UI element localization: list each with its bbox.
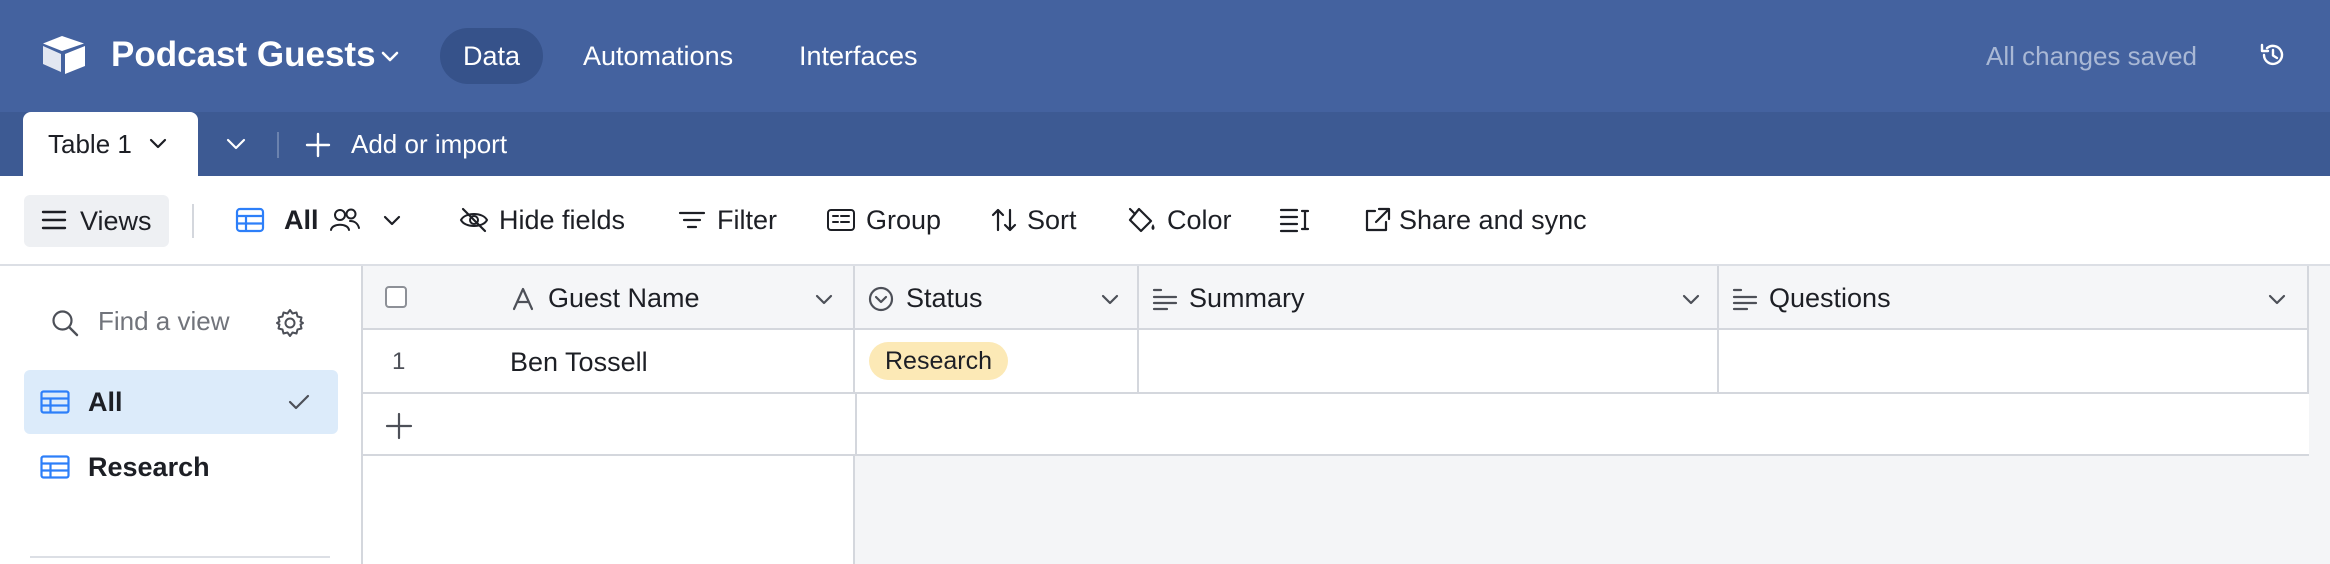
divider [192, 204, 194, 238]
table-tab-bar: Table 1 Add or import [0, 112, 2330, 176]
share-and-sync-label: Share and sync [1399, 205, 1587, 235]
find-view-input[interactable]: Find a view [98, 301, 230, 341]
top-app-bar: Podcast Guests Data Automations Interfac… [0, 0, 2330, 112]
sort-icon [991, 208, 1017, 232]
add-or-import-label: Add or import [351, 129, 508, 159]
views-label: Views [80, 206, 152, 236]
grid-view-icon [40, 390, 70, 414]
filter-icon [678, 211, 706, 229]
column-header-guest-name[interactable]: Guest Name [363, 266, 855, 330]
gear-icon[interactable] [274, 307, 306, 339]
external-link-icon [1365, 207, 1391, 232]
collaborators-icon [330, 208, 360, 231]
chevron-down-icon[interactable] [1099, 288, 1121, 310]
menu-icon [41, 210, 67, 230]
filter-button[interactable]: Filter [677, 198, 782, 242]
long-text-icon [1152, 288, 1178, 311]
cell-summary[interactable] [1139, 330, 1719, 392]
cell-guest-name[interactable]: 1 Ben Tossell [363, 330, 855, 392]
divider [30, 556, 330, 558]
save-status: All changes saved [1986, 41, 2198, 71]
paint-bucket-icon [1128, 207, 1155, 233]
eye-off-icon [459, 207, 489, 233]
cell-status[interactable]: Research [855, 330, 1139, 392]
views-sidebar: Find a view All Research [0, 266, 363, 564]
current-view-switcher[interactable]: All [235, 198, 415, 242]
grid-header-row: Guest Name Status Summary Questions [363, 266, 2309, 330]
column-header-status[interactable]: Status [855, 266, 1139, 330]
column-header-label: Guest Name [548, 283, 700, 313]
sort-label: Sort [1027, 205, 1077, 235]
sidebar-item-label: Research [88, 452, 210, 482]
nav-tab-automations[interactable]: Automations [583, 28, 733, 84]
column-divider [855, 394, 857, 456]
hide-fields-button[interactable]: Hide fields [459, 198, 634, 242]
chevron-down-icon[interactable] [1680, 288, 1702, 310]
status-badge: Research [869, 342, 1008, 380]
plus-icon [305, 132, 331, 158]
single-select-icon [868, 286, 894, 312]
search-icon [52, 310, 79, 337]
group-label: Group [866, 205, 942, 235]
chevron-down-icon[interactable] [2266, 288, 2288, 310]
plus-icon [385, 412, 413, 440]
table-tab[interactable]: Table 1 [23, 112, 198, 176]
guest-name-value: Ben Tossell [510, 347, 648, 377]
color-label: Color [1167, 205, 1232, 235]
views-button[interactable]: Views [24, 195, 169, 247]
grid-view-icon [235, 207, 265, 233]
nav-tab-interfaces[interactable]: Interfaces [799, 28, 918, 84]
group-button[interactable]: Group [826, 198, 941, 242]
filter-label: Filter [717, 205, 777, 235]
hide-fields-label: Hide fields [499, 205, 626, 235]
chevron-down-icon[interactable] [147, 132, 169, 154]
add-record-row[interactable] [363, 394, 2309, 456]
sidebar-item-all[interactable]: All [24, 370, 338, 434]
row-number: 1 [392, 348, 406, 375]
text-field-icon [512, 287, 534, 311]
color-button[interactable]: Color [1127, 198, 1237, 242]
airtable-logo-icon[interactable] [40, 34, 88, 76]
column-header-questions[interactable]: Questions [1719, 266, 2309, 330]
check-icon [288, 394, 310, 410]
history-icon[interactable] [2258, 40, 2288, 70]
table-row[interactable]: 1 Ben Tossell Research [363, 330, 2309, 394]
group-icon [827, 209, 855, 231]
chevron-down-icon [383, 215, 401, 226]
all-tables-chevron-icon[interactable] [222, 132, 250, 156]
base-name[interactable]: Podcast Guests [111, 33, 376, 77]
sort-button[interactable]: Sort [989, 198, 1084, 242]
nav-tab-data[interactable]: Data [440, 28, 544, 84]
table-tab-label: Table 1 [48, 129, 132, 159]
sidebar-item-research[interactable]: Research [24, 435, 338, 499]
column-header-summary[interactable]: Summary [1139, 266, 1719, 330]
data-grid: Guest Name Status Summary Questions 1 Be… [363, 266, 2330, 564]
column-header-label: Status [906, 283, 983, 313]
chevron-down-icon[interactable] [813, 288, 835, 310]
grid-empty-area [363, 456, 855, 564]
cell-questions[interactable] [1719, 330, 2309, 392]
share-and-sync-button[interactable]: Share and sync [1362, 198, 1592, 242]
chevron-down-icon[interactable] [378, 44, 402, 68]
current-view-label: All [284, 205, 319, 235]
column-header-label: Summary [1189, 283, 1305, 313]
divider [277, 132, 279, 158]
find-view-search[interactable]: Find a view [50, 299, 320, 343]
column-header-label: Questions [1769, 283, 1891, 313]
view-toolbar: Views All Hide fields Filter Group Sort … [0, 176, 2330, 266]
row-height-icon[interactable] [1279, 206, 1311, 234]
grid-view-icon [40, 455, 70, 479]
select-all-checkbox[interactable] [385, 286, 407, 308]
long-text-icon [1732, 288, 1758, 311]
sidebar-item-label: All [88, 387, 123, 417]
